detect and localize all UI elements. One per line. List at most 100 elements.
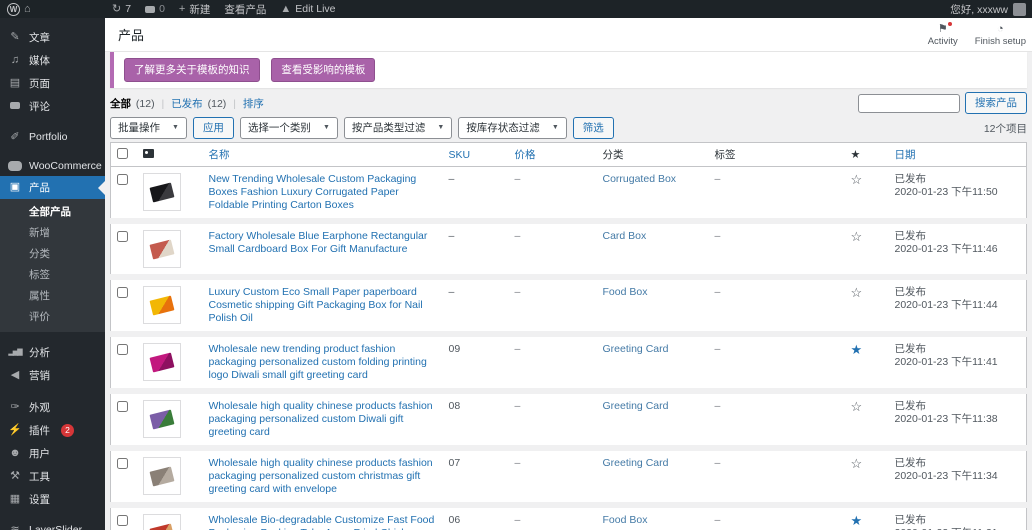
category-filter-select[interactable]: 选择一个类别 ▼ — [240, 117, 338, 139]
product-name-link[interactable]: Luxury Custom Eco Small Paper paperboard… — [209, 286, 437, 325]
submenu-tags[interactable]: 标签 — [0, 264, 105, 285]
finish-setup-button[interactable]: ◔ Finish setup — [969, 22, 1032, 48]
admin-sidebar: ✎ 文章 ♫ 媒体 ▤ 页面 评论 ✐ Portfolio WooCommerc… — [0, 18, 105, 530]
activity-button[interactable]: ⚑ Activity — [917, 22, 969, 48]
product-name-link[interactable]: Wholesale new trending product fashion p… — [209, 343, 437, 382]
comments-icon — [8, 101, 22, 112]
column-header-name[interactable]: 名称 — [203, 143, 443, 167]
woocommerce-icon — [8, 161, 22, 171]
search-input[interactable] — [858, 94, 960, 113]
row-checkbox[interactable] — [117, 231, 128, 242]
view-sorting-link[interactable]: 排序 — [243, 98, 264, 110]
sidebar-item-tools[interactable]: ⚒ 工具 — [0, 465, 105, 488]
filter-button[interactable]: 筛选 — [573, 117, 614, 139]
row-checkbox[interactable] — [117, 458, 128, 469]
column-header-date[interactable]: 日期 — [889, 143, 1027, 167]
sidebar-item-portfolio[interactable]: ✐ Portfolio — [0, 127, 105, 147]
paintbrush-icon: ✑ — [8, 402, 22, 413]
publish-date: 2020-01-23 下午11:34 — [895, 470, 998, 482]
product-category-link[interactable]: Greeting Card — [603, 400, 669, 412]
column-header-tags: 标签 — [709, 143, 845, 167]
view-affected-templates-button[interactable]: 查看受影响的模板 — [271, 58, 375, 82]
featured-star[interactable]: ☆ — [851, 285, 863, 300]
product-category-link[interactable]: Greeting Card — [603, 343, 669, 355]
product-thumbnail[interactable] — [143, 230, 181, 268]
user-icon: ☻ — [8, 448, 22, 459]
wordpress-logo-icon[interactable]: W — [7, 3, 20, 16]
sidebar-item-woocommerce[interactable]: WooCommerce — [0, 156, 105, 176]
learn-more-templates-button[interactable]: 了解更多关于模板的知识 — [124, 58, 260, 82]
sidebar-item-label: LayerSlider — [29, 524, 82, 530]
adminbar-comments[interactable]: 0 — [138, 0, 172, 18]
sidebar-item-plugins[interactable]: ⚡ 插件 2 — [0, 419, 105, 442]
product-category-link[interactable]: Food Box — [603, 514, 648, 526]
product-category-link[interactable]: Corrugated Box — [603, 173, 677, 185]
view-published-link[interactable]: 已发布 — [171, 98, 203, 110]
product-name-link[interactable]: New Trending Wholesale Custom Packaging … — [209, 173, 437, 212]
sidebar-item-posts[interactable]: ✎ 文章 — [0, 26, 105, 49]
sidebar-item-users[interactable]: ☻ 用户 — [0, 442, 105, 465]
row-checkbox[interactable] — [117, 287, 128, 298]
sidebar-item-comments[interactable]: 评论 — [0, 95, 105, 118]
submenu-attributes[interactable]: 属性 — [0, 285, 105, 306]
bulk-actions-value: 批量操作 — [118, 120, 160, 135]
sidebar-item-marketing[interactable]: ◀ 营销 — [0, 364, 105, 387]
submenu-all-products[interactable]: 全部产品 — [0, 201, 105, 222]
adminbar-account[interactable]: 您好, xxxww — [950, 2, 1032, 17]
products-table: 名称 SKU 价格 分类 标签 ★ 日期 New Trending Wholes… — [110, 142, 1027, 530]
featured-star[interactable]: ☆ — [851, 456, 863, 471]
column-header-sku[interactable]: SKU — [443, 143, 509, 167]
submenu-reviews[interactable]: 评价 — [0, 306, 105, 327]
featured-star[interactable]: ☆ — [851, 399, 863, 414]
column-header-price[interactable]: 价格 — [509, 143, 597, 167]
row-checkbox[interactable] — [117, 174, 128, 185]
sidebar-item-label: 设置 — [29, 492, 50, 507]
select-all-checkbox[interactable] — [117, 148, 128, 159]
portfolio-icon: ✐ — [8, 132, 22, 143]
product-thumbnail[interactable] — [143, 514, 181, 530]
row-checkbox[interactable] — [117, 401, 128, 412]
sidebar-item-label: 媒体 — [29, 53, 50, 68]
product-name-link[interactable]: Wholesale high quality chinese products … — [209, 400, 437, 439]
featured-star[interactable]: ★ — [851, 342, 863, 357]
featured-star[interactable]: ☆ — [851, 229, 863, 244]
submenu-categories[interactable]: 分类 — [0, 243, 105, 264]
adminbar-new[interactable]: + 新建 — [172, 0, 217, 18]
adminbar-edit-live[interactable]: ▲ Edit Live — [273, 0, 342, 18]
sidebar-item-analytics[interactable]: ▂▅▇ 分析 — [0, 341, 105, 364]
view-all-link[interactable]: 全部 — [110, 98, 131, 110]
sidebar-item-label: 外观 — [29, 400, 50, 415]
bulk-actions-select[interactable]: 批量操作 ▼ — [110, 117, 187, 139]
product-category-link[interactable]: Food Box — [603, 286, 648, 298]
product-category-link[interactable]: Greeting Card — [603, 457, 669, 469]
featured-star[interactable]: ★ — [851, 513, 863, 528]
product-category-link[interactable]: Card Box — [603, 230, 647, 242]
product-thumbnail[interactable] — [143, 457, 181, 495]
sidebar-item-settings[interactable]: ▦ 设置 — [0, 488, 105, 511]
adminbar-view-product[interactable]: 查看产品 — [217, 0, 273, 18]
featured-star[interactable]: ☆ — [851, 172, 863, 187]
product-thumbnail[interactable] — [143, 400, 181, 438]
sidebar-item-pages[interactable]: ▤ 页面 — [0, 72, 105, 95]
product-thumbnail[interactable] — [143, 343, 181, 381]
product-thumbnail[interactable] — [143, 173, 181, 211]
home-icon[interactable]: ⌂ — [24, 4, 31, 15]
product-name-link[interactable]: Factory Wholesale Blue Earphone Rectangu… — [209, 230, 437, 256]
submenu-add-new[interactable]: 新增 — [0, 222, 105, 243]
row-checkbox[interactable] — [117, 344, 128, 355]
adminbar-updates[interactable]: ↻ 7 — [105, 0, 138, 18]
stock-status-filter-select[interactable]: 按库存状态过滤 ▼ — [458, 117, 566, 139]
product-thumbnail[interactable] — [143, 286, 181, 324]
row-checkbox[interactable] — [117, 515, 128, 526]
product-name-link[interactable]: Wholesale high quality chinese products … — [209, 457, 437, 496]
wordpress-admin-screen: W ⌂ ↻ 7 0 + 新建 查看产品 ▲ Edit Live 您好, xxxw… — [0, 0, 1032, 530]
product-type-filter-select[interactable]: 按产品类型过滤 ▼ — [344, 117, 452, 139]
search-products-button[interactable]: 搜索产品 — [965, 92, 1027, 114]
sidebar-item-media[interactable]: ♫ 媒体 — [0, 49, 105, 72]
apply-button[interactable]: 应用 — [193, 117, 234, 139]
sidebar-item-layerslider[interactable]: ≋ LayerSlider — [0, 520, 105, 530]
sidebar-item-products[interactable]: ▣ 产品 — [0, 176, 105, 199]
sidebar-item-label: 页面 — [29, 76, 50, 91]
product-name-link[interactable]: Wholesale Bio-degradable Customize Fast … — [209, 514, 437, 530]
sidebar-item-appearance[interactable]: ✑ 外观 — [0, 396, 105, 419]
